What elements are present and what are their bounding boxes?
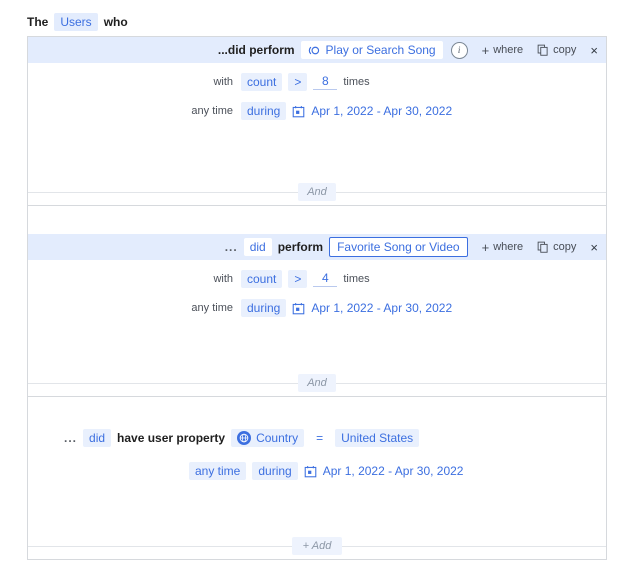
add-where-label-1: where (493, 44, 523, 56)
operator-selector-2[interactable]: > (288, 270, 307, 288)
copy-button-1[interactable]: copy (537, 44, 576, 56)
add-clause-button[interactable]: + Add (292, 537, 343, 555)
calendar-icon (304, 465, 317, 478)
date-row-label-1: any time (28, 105, 235, 117)
clause-header-3: ... did have user property Country (28, 425, 606, 451)
count-value-input-2[interactable]: 4 (313, 271, 337, 287)
count-unit-2: times (343, 273, 369, 285)
info-icon[interactable]: i (451, 42, 468, 59)
clause-card-3: ... did have user property Country (27, 397, 607, 560)
property-value-3[interactable]: United States (335, 429, 419, 447)
calendar-icon (292, 105, 305, 118)
entity-selector-users[interactable]: Users (54, 13, 97, 31)
date-range-picker-2[interactable]: Apr 1, 2022 - Apr 30, 2022 (311, 301, 452, 315)
clause-stack: ...did perform Play or Search Song i (27, 36, 607, 560)
date-row-label-3[interactable]: any time (189, 462, 246, 480)
copy-label-2: copy (553, 241, 576, 253)
date-row-3: any time during Apr 1, 2022 - Apr 30, 20… (28, 460, 606, 482)
count-unit-1: times (343, 76, 369, 88)
property-operator-3[interactable]: = (310, 429, 329, 447)
clause-body-spacer-3 (28, 489, 606, 533)
broadcast-icon (308, 44, 321, 57)
clause-verb-3[interactable]: have user property (117, 431, 225, 445)
clause-body-spacer-1 (28, 129, 606, 179)
add-where-label-2: where (493, 241, 523, 253)
date-range-picker-1[interactable]: Apr 1, 2022 - Apr 30, 2022 (311, 104, 452, 118)
and-chip-1[interactable]: And (298, 183, 336, 201)
globe-icon (237, 431, 251, 445)
calendar-icon (292, 302, 305, 315)
date-qualifier-1[interactable]: during (241, 102, 286, 120)
copy-icon (537, 241, 549, 253)
metric-selector-2[interactable]: count (241, 270, 282, 288)
and-divider-2: And (28, 370, 606, 396)
count-row-1: with count > 8 times (28, 71, 606, 93)
close-icon[interactable]: × (590, 44, 598, 57)
clause-verb-1[interactable]: ...did perform (218, 43, 295, 57)
event-name-2: Favorite Song or Video (337, 240, 460, 254)
close-icon[interactable]: × (590, 241, 598, 254)
date-qualifier-2[interactable]: during (241, 299, 286, 317)
property-selector-3[interactable]: Country (231, 429, 304, 447)
did-selector-3[interactable]: did (83, 429, 111, 447)
date-row-1: any time during Apr 1, 2022 - Apr 30, 20… (28, 100, 606, 122)
metric-selector-1[interactable]: count (241, 73, 282, 91)
date-row-2: any time during Apr 1, 2022 - Apr 30, 20… (28, 297, 606, 319)
clause-body-3: any time during Apr 1, 2022 - Apr 30, 20… (28, 451, 606, 533)
add-where-button-2[interactable]: + where (482, 241, 524, 254)
add-divider: + Add (28, 533, 606, 559)
query-builder-root: The Users who ...did perform Play o (0, 0, 636, 561)
copy-label-1: copy (553, 44, 576, 56)
event-selector-1[interactable]: Play or Search Song (301, 41, 443, 59)
date-qualifier-3[interactable]: during (252, 462, 297, 480)
clause-body-spacer-2 (28, 326, 606, 370)
clause-ellipsis-3: ... (64, 431, 77, 445)
clause-body-1: with count > 8 times any time during (28, 63, 606, 179)
clause-ellipsis-2: ... (225, 240, 238, 254)
count-row-2: with count > 4 times (28, 268, 606, 290)
property-name-3: Country (256, 431, 298, 445)
copy-button-2[interactable]: copy (537, 241, 576, 253)
clause-card-2: ... did perform Favorite Song or Video +… (27, 206, 607, 397)
clause-verb-2[interactable]: perform (278, 240, 323, 254)
operator-selector-1[interactable]: > (288, 73, 307, 91)
clause-header-2: ... did perform Favorite Song or Video +… (28, 234, 606, 260)
event-name-1: Play or Search Song (326, 43, 436, 57)
event-selector-2[interactable]: Favorite Song or Video (329, 237, 468, 257)
clause-body-2: with count > 4 times any time during (28, 260, 606, 370)
add-where-button-1[interactable]: + where (482, 44, 524, 57)
clause-card-1: ...did perform Play or Search Song i (27, 36, 607, 206)
plus-icon: + (482, 44, 490, 57)
query-sentence: The Users who (27, 13, 128, 31)
sentence-prefix: The (27, 15, 48, 29)
date-row-label-2: any time (28, 302, 235, 314)
copy-icon (537, 44, 549, 56)
date-range-picker-3[interactable]: Apr 1, 2022 - Apr 30, 2022 (323, 464, 464, 478)
clause-top-spacer-2 (28, 206, 606, 234)
clause-header-1: ...did perform Play or Search Song i (28, 37, 606, 63)
count-row-label-1: with (28, 76, 235, 88)
clause-top-spacer-3 (28, 397, 606, 425)
count-value-input-1[interactable]: 8 (313, 74, 337, 90)
plus-icon: + (482, 241, 490, 254)
did-selector-2[interactable]: did (244, 238, 272, 256)
sentence-suffix: who (104, 15, 128, 29)
and-divider-1: And (28, 179, 606, 205)
and-chip-2[interactable]: And (298, 374, 336, 392)
count-row-label-2: with (28, 273, 235, 285)
